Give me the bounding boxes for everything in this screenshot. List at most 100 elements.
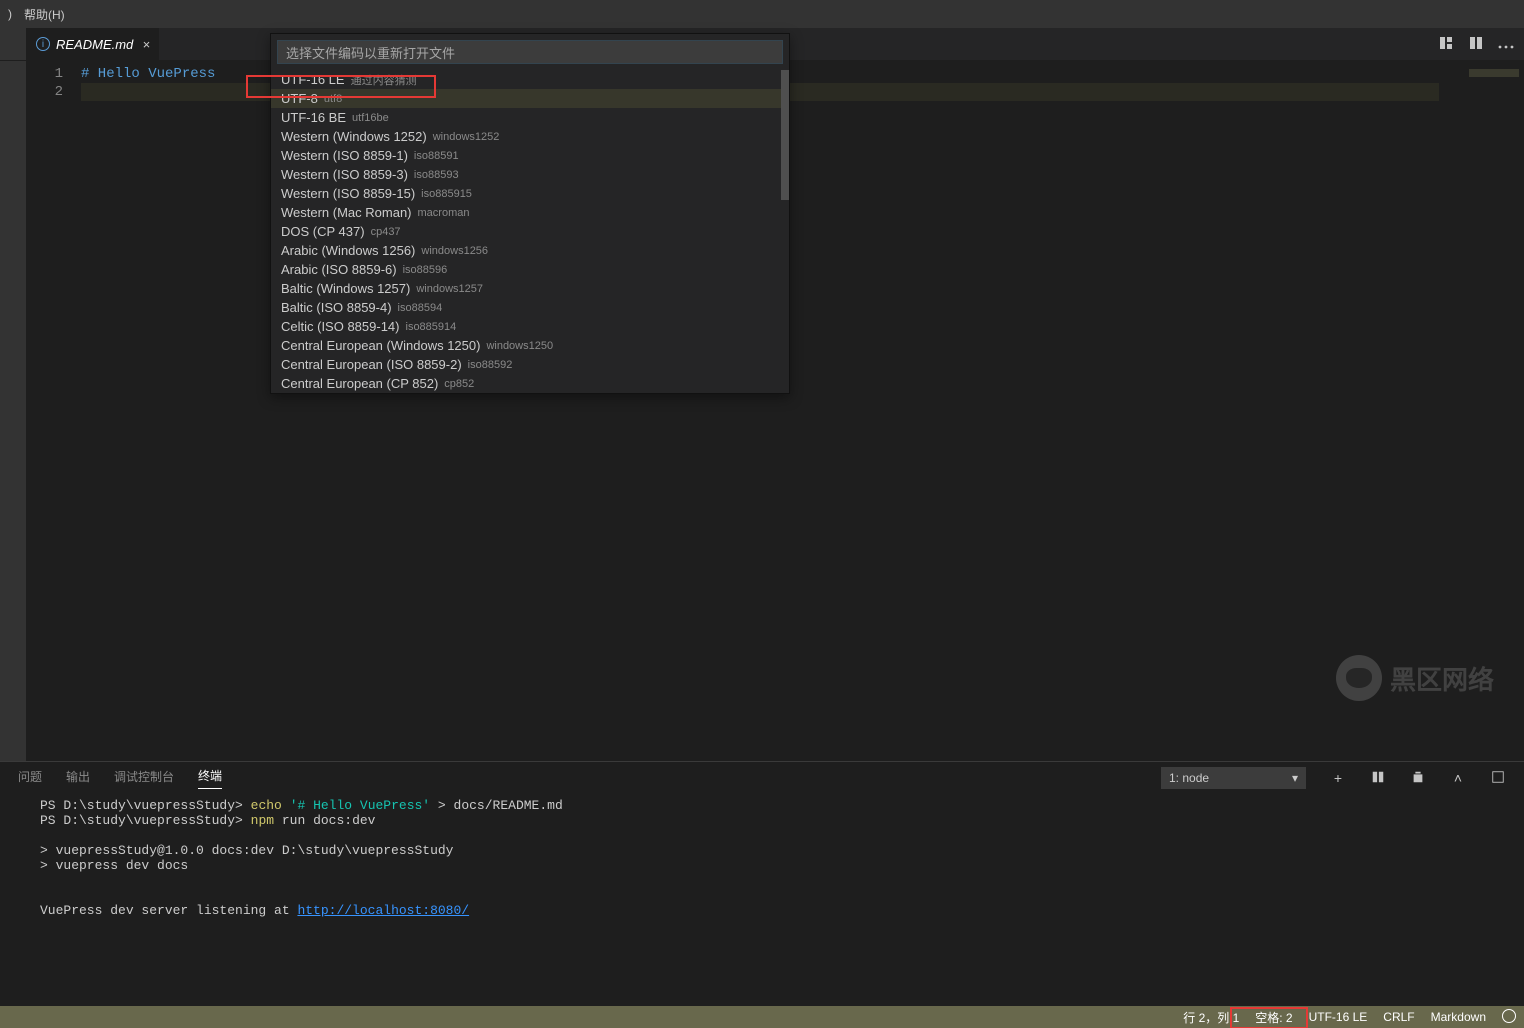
left-gutter-strip [0,28,26,60]
status-spaces[interactable]: 空格: 2 [1247,1009,1300,1026]
encoding-option[interactable]: Baltic (Windows 1257) windows1257 [271,279,789,298]
term-text: > docs/README.md [430,798,563,813]
status-bar: 行 2，列 1 空格: 2 UTF-16 LE CRLF Markdown [0,1006,1524,1028]
tab-actions [1438,28,1524,60]
encoding-option-label: UTF-8 [281,91,318,106]
encoding-option[interactable]: Central European (CP 852)cp852 [271,374,789,393]
encoding-option[interactable]: Western (ISO 8859-1) iso88591 [271,146,789,165]
encoding-option-sub: iso885914 [406,321,457,333]
encoding-quickpick: 选择文件编码以重新打开文件 UTF-16 LE通过内容猜测UTF-8utf8UT… [270,33,790,394]
quickpick-input[interactable]: 选择文件编码以重新打开文件 [277,40,783,64]
status-encoding[interactable]: UTF-16 LE [1301,1010,1376,1024]
line-number: 2 [26,83,63,101]
encoding-option-label: UTF-16 BE [281,110,346,125]
encoding-option-label: DOS (CP 437) [281,224,365,239]
encoding-option[interactable]: Western (Mac Roman) macroman [271,203,789,222]
terminal-selector[interactable]: 1: node ▾ [1161,767,1306,789]
term-cmd: npm [251,813,274,828]
quickpick-list[interactable]: UTF-16 LE 通过内容猜测 UTF-8 utf8 UTF-16 BE utf16be… [271,70,789,393]
line-gutter: 1 2 [26,61,81,761]
minimap-highlight [1469,69,1519,77]
menu-help-label: 帮助(H) [24,6,65,23]
encoding-option-label: Central European (Windows 1250) [281,338,480,353]
feedback-icon[interactable] [1494,1009,1524,1026]
encoding-option[interactable]: Arabic (Windows 1256) windows1256 [271,241,789,260]
terminal-selector-value: 1: node [1169,771,1209,785]
encoding-option[interactable]: Western (ISO 8859-15) iso885915 [271,184,789,203]
status-language[interactable]: Markdown [1423,1010,1494,1024]
encoding-option-label: Baltic (ISO 8859-4) [281,300,392,315]
encoding-option-sub: windows1250 [486,340,553,352]
tab-debug-console[interactable]: 调试控制台 [114,768,174,789]
minimap[interactable] [1469,61,1524,761]
encoding-option-label: Baltic (Windows 1257) [281,281,410,296]
encoding-option-sub: macroman [418,207,470,219]
term-cmd: echo [251,798,282,813]
menu-help[interactable]: 帮助(H) [16,0,73,28]
encoding-option-label: Western (ISO 8859-1) [281,148,408,163]
split-terminal-icon[interactable] [1370,770,1386,787]
tab-problems[interactable]: 问题 [18,768,42,789]
term-prompt: PS D:\study\vuepressStudy> [40,813,243,828]
encoding-option-label: Western (Windows 1252) [281,129,427,144]
encoding-option-label: UTF-16 LE [281,72,345,87]
encoding-option-label: Western (ISO 8859-15) [281,186,415,201]
encoding-option[interactable]: Central European (Windows 1250) windows12… [271,336,789,355]
encoding-option-label: Western (Mac Roman) [281,205,412,220]
encoding-option-label: Western (ISO 8859-3) [281,167,408,182]
more-icon[interactable] [1498,37,1514,52]
tab-filename: README.md [56,37,133,52]
maximize-panel-icon[interactable]: ˄ [1450,770,1466,786]
encoding-option[interactable]: DOS (CP 437) cp437 [271,222,789,241]
panel-tabs: 问题 输出 调试控制台 终端 1: node ▾ + ˄ [0,762,1524,794]
close-panel-icon[interactable] [1490,770,1506,787]
term-prompt: PS D:\study\vuepressStudy> [40,798,243,813]
encoding-option[interactable]: Western (Windows 1252)windows1252 [271,127,789,146]
encoding-option[interactable]: UTF-16 LE 通过内容猜测 [271,70,789,89]
encoding-option-label: Arabic (Windows 1256) [281,243,415,258]
new-terminal-icon[interactable]: + [1330,770,1346,786]
encoding-option[interactable]: Central European (ISO 8859-2) iso88592 [271,355,789,374]
encoding-option-sub: utf16be [352,112,389,124]
encoding-option[interactable]: UTF-8 utf8 [271,89,789,108]
encoding-option-label: Central European (ISO 8859-2) [281,357,462,372]
term-link[interactable]: http://localhost:8080/ [297,903,469,918]
encoding-option-sub: iso88591 [414,150,459,162]
encoding-option[interactable]: Western (ISO 8859-3) iso88593 [271,165,789,184]
encoding-option[interactable]: Baltic (ISO 8859-4) iso88594 [271,298,789,317]
code-line: # Hello VuePress [81,66,215,82]
line-number: 1 [26,65,63,83]
encoding-option-sub: iso88596 [403,264,448,276]
encoding-option[interactable]: Celtic (ISO 8859-14)iso885914 [271,317,789,336]
encoding-option[interactable]: UTF-16 BE utf16be [271,108,789,127]
encoding-option-sub: iso885915 [421,188,472,200]
tab-output[interactable]: 输出 [66,768,90,789]
encoding-option-label: Central European (CP 852) [281,376,438,391]
status-eol[interactable]: CRLF [1375,1010,1422,1024]
terminal-content[interactable]: PS D:\study\vuepressStudy> echo '# Hello… [0,794,1524,1006]
encoding-option-sub: windows1257 [416,283,483,295]
info-icon: i [36,37,50,51]
encoding-option-sub: iso88593 [414,169,459,181]
term-output: VuePress dev server listening at [40,903,297,918]
encoding-option-sub: iso88594 [398,302,443,314]
status-ln-col[interactable]: 行 2，列 1 [1175,1009,1247,1026]
term-output: > vuepressStudy@1.0.0 docs:dev D:\study\… [40,843,453,858]
menu-bar: ) 帮助(H) [0,0,1524,28]
menu-truncated: ) [4,7,16,21]
term-string: '# Hello VuePress' [290,798,430,813]
encoding-option-sub: cp437 [371,226,401,238]
encoding-option-sub: windows1256 [421,245,488,257]
split-editor-icon[interactable] [1468,35,1484,54]
encoding-option-sub: 通过内容猜测 [351,72,417,88]
kill-terminal-icon[interactable] [1410,770,1426,787]
encoding-option-sub: utf8 [324,93,342,105]
term-text: run docs:dev [274,813,375,828]
preview-icon[interactable] [1438,35,1454,54]
close-icon[interactable]: × [139,37,153,51]
tab-terminal[interactable]: 终端 [198,767,222,789]
encoding-option[interactable]: Arabic (ISO 8859-6) iso88596 [271,260,789,279]
tab-readme[interactable]: i README.md × [26,28,159,60]
encoding-option-sub: iso88592 [468,359,513,371]
encoding-option-label: Arabic (ISO 8859-6) [281,262,397,277]
